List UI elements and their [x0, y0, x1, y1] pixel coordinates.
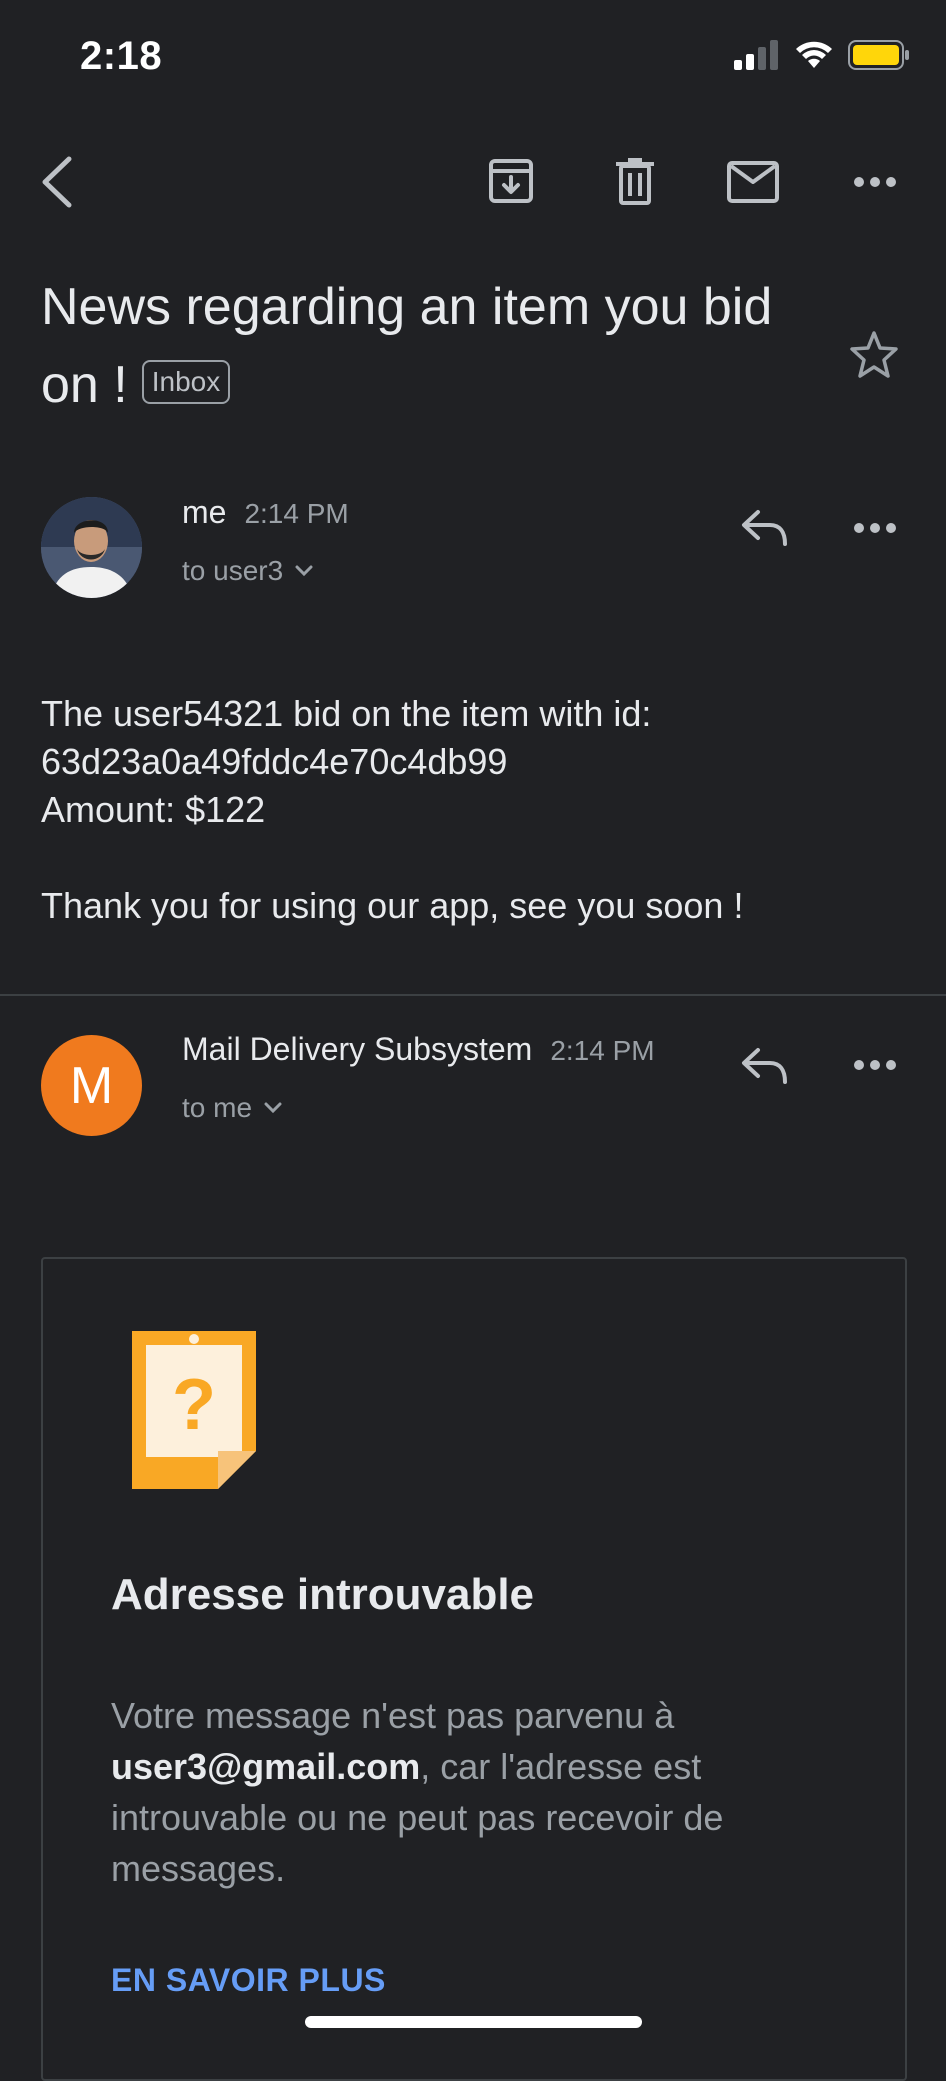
message-header-2[interactable]: Mail Delivery Subsystem 2:14 PM — [182, 1031, 655, 1068]
body-line: The user54321 bid on the item with id: — [41, 693, 652, 734]
status-icons — [734, 40, 910, 70]
delete-icon — [616, 158, 654, 205]
more-icon — [854, 523, 896, 533]
message-header-1[interactable]: me 2:14 PM — [182, 494, 349, 531]
delete-button[interactable] — [610, 156, 660, 206]
question-note-icon: ? — [132, 1331, 256, 1496]
bounce-title: Adresse introuvable — [111, 1570, 535, 1619]
inbox-label-chip[interactable]: Inbox — [141, 360, 231, 405]
body-line: Amount: $122 — [41, 789, 266, 830]
bounce-email: user3@gmail.com — [111, 1746, 421, 1787]
archive-button[interactable] — [486, 156, 536, 206]
mark-unread-icon — [727, 161, 779, 203]
more-icon — [854, 1060, 896, 1070]
home-indicator[interactable] — [305, 2016, 642, 2028]
learn-more-link[interactable]: EN SAVOIR PLUS — [111, 1962, 386, 1999]
status-time: 2:18 — [80, 34, 163, 78]
back-icon — [42, 156, 72, 208]
recipient-toggle-1[interactable]: to user3 — [182, 555, 313, 587]
back-button[interactable] — [36, 152, 76, 212]
chevron-down-icon — [264, 1102, 282, 1114]
mark-unread-button[interactable] — [726, 160, 780, 204]
message-body-1: The user54321 bid on the item with id: 6… — [41, 690, 901, 930]
email-subject: News regarding an item you bid on ! Inbox — [41, 268, 831, 424]
chevron-down-icon — [295, 565, 313, 577]
message-more-button-1[interactable] — [850, 516, 900, 540]
battery-icon — [848, 40, 909, 70]
body-line: 63d23a0a49fddc4e70c4db99 — [41, 741, 508, 782]
reply-icon — [742, 510, 787, 546]
svg-text:?: ? — [172, 1365, 216, 1445]
body-line — [41, 834, 901, 882]
message-time: 2:14 PM — [550, 1035, 655, 1066]
avatar-photo — [41, 497, 142, 598]
reply-button-2[interactable] — [738, 1040, 790, 1092]
more-options-button[interactable] — [850, 170, 900, 194]
signal-icon — [734, 40, 778, 70]
reply-icon — [742, 1048, 787, 1084]
reply-button-1[interactable] — [738, 502, 790, 554]
more-icon — [854, 177, 896, 187]
recipient-text: to user3 — [182, 555, 284, 586]
message-more-button-2[interactable] — [850, 1053, 900, 1077]
wifi-icon — [796, 41, 832, 68]
sender-name: me — [182, 494, 227, 530]
bounce-text-before: Votre message n'est pas parvenu à — [111, 1695, 675, 1736]
bounce-description: Votre message n'est pas parvenu à user3@… — [111, 1690, 831, 1894]
sender-avatar-letter[interactable]: M — [41, 1035, 142, 1136]
recipient-text: to me — [182, 1092, 253, 1123]
body-line: Thank you for using our app, see you soo… — [41, 885, 744, 926]
recipient-toggle-2[interactable]: to me — [182, 1092, 282, 1124]
star-button[interactable] — [848, 328, 900, 380]
star-icon — [850, 331, 898, 378]
archive-icon — [489, 159, 533, 203]
sender-name: Mail Delivery Subsystem — [182, 1031, 533, 1067]
sender-avatar-photo[interactable] — [41, 497, 142, 598]
message-divider — [0, 994, 946, 996]
message-time: 2:14 PM — [244, 498, 349, 529]
